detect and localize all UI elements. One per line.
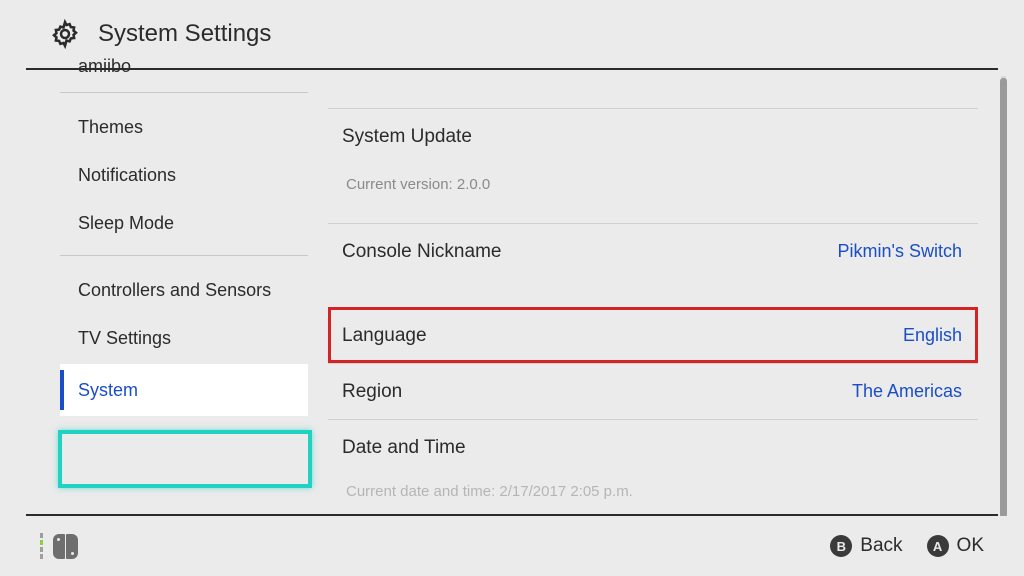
sidebar-item-notifications[interactable]: Notifications (60, 151, 308, 199)
page-title: System Settings (98, 20, 271, 48)
version-prefix: Current version: (346, 176, 457, 193)
row-language-wrap: Language English (328, 307, 978, 363)
b-button-icon: B (830, 535, 852, 557)
footer: B Back A OK (0, 516, 1024, 576)
datetime-value: 2/17/2017 2:05 p.m. (499, 483, 632, 500)
joycon-icon (53, 534, 78, 559)
row-label: System Update (342, 126, 472, 148)
row-label: Language (342, 325, 427, 347)
row-value: Pikmin's Switch (838, 241, 962, 262)
sidebar-item-label: Notifications (78, 165, 176, 186)
footer-hints: B Back A OK (830, 535, 984, 557)
hint-label: OK (957, 535, 984, 557)
content-area: amiibo Themes Notifications Sleep Mode C… (0, 70, 1024, 516)
sidebar-item-amiibo[interactable]: amiibo (60, 56, 308, 78)
scrollbar-thumb[interactable] (1000, 78, 1007, 518)
connection-dots-icon (40, 533, 43, 559)
sidebar-item-label: Themes (78, 117, 143, 138)
row-language[interactable]: Language English (328, 307, 978, 363)
row-console-nickname[interactable]: Console Nickname Pikmin's Switch (328, 223, 978, 279)
system-version-text: Current version: 2.0.0 (328, 164, 978, 223)
row-label: Date and Time (342, 437, 466, 459)
sidebar-item-label: amiibo (78, 56, 131, 77)
row-region[interactable]: Region The Americas (328, 363, 978, 419)
row-value: The Americas (852, 381, 962, 402)
date-time-subtext: Current date and time: 2/17/2017 2:05 p.… (328, 475, 978, 516)
sidebar-item-label: System (78, 380, 138, 401)
a-button-icon: A (927, 535, 949, 557)
sidebar-item-label: TV Settings (78, 328, 171, 349)
spacer (328, 279, 978, 307)
version-value: 2.0.0 (457, 176, 490, 193)
controller-indicator (40, 533, 78, 559)
sidebar-item-label: Controllers and Sensors (78, 280, 271, 301)
hint-ok[interactable]: A OK (927, 535, 984, 557)
sidebar-item-label: Sleep Mode (78, 213, 174, 234)
row-system-update[interactable]: System Update (328, 108, 978, 164)
hint-label: Back (860, 535, 902, 557)
sidebar-divider (60, 92, 308, 93)
row-label: Console Nickname (342, 241, 501, 263)
row-label: Region (342, 381, 402, 403)
sidebar: amiibo Themes Notifications Sleep Mode C… (0, 70, 328, 516)
sidebar-item-system[interactable]: System (60, 364, 308, 416)
selection-indicator (60, 370, 64, 410)
sidebar-item-controllers-sensors[interactable]: Controllers and Sensors (60, 266, 308, 314)
gear-icon (50, 19, 80, 49)
sidebar-item-themes[interactable]: Themes (60, 103, 308, 151)
teal-highlight-annotation (58, 430, 312, 488)
main-panel: System Update Current version: 2.0.0 Con… (328, 70, 1024, 516)
hint-back[interactable]: B Back (830, 535, 902, 557)
sidebar-item-tv-settings[interactable]: TV Settings (60, 314, 308, 362)
sidebar-item-sleep-mode[interactable]: Sleep Mode (60, 199, 308, 247)
datetime-prefix: Current date and time: (346, 483, 499, 500)
row-value: English (903, 325, 962, 346)
sidebar-divider (60, 255, 308, 256)
row-date-time[interactable]: Date and Time (328, 419, 978, 475)
